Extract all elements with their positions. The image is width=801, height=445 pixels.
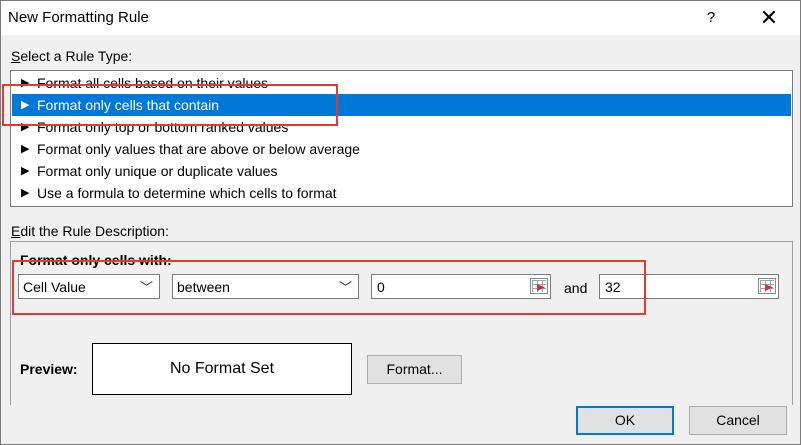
new-formatting-rule-dialog: New Formatting Rule ? ✕ Select a Rule Ty… xyxy=(0,0,801,445)
rule-item-label: Format only values that are above or bel… xyxy=(37,141,360,157)
title-bar: New Formatting Rule ? ✕ xyxy=(1,1,800,35)
edit-rule-description-rest: dit the Rule Description: xyxy=(20,223,169,239)
preview-box: No Format Set xyxy=(92,343,352,395)
close-button[interactable]: ✕ xyxy=(749,3,789,33)
highlight-box-rule-type xyxy=(2,84,338,126)
edit-rule-description-label: Edit the Rule Description: xyxy=(11,223,169,239)
rule-item-label: Format only unique or duplicate values xyxy=(37,163,278,179)
help-button[interactable]: ? xyxy=(691,3,731,33)
mnemonic-e: E xyxy=(11,223,21,239)
select-rule-type-label: Select a Rule Type: xyxy=(11,48,132,64)
cancel-button[interactable]: Cancel xyxy=(689,406,787,435)
rule-item-formula[interactable]: ▶ Use a formula to determine which cells… xyxy=(12,182,791,204)
highlight-box-condition xyxy=(12,260,646,315)
preview-label: Preview: xyxy=(20,361,78,377)
select-rule-type-rest: elect a Rule Type: xyxy=(20,48,133,64)
mnemonic-s: S xyxy=(11,48,21,64)
rule-item-above-below-average[interactable]: ▶ Format only values that are above or b… xyxy=(12,138,791,160)
range-picker-icon[interactable] xyxy=(758,278,776,294)
format-button[interactable]: Format... xyxy=(367,355,462,384)
triangle-right-icon: ▶ xyxy=(21,143,30,155)
dialog-title: New Formatting Rule xyxy=(8,9,149,26)
triangle-right-icon: ▶ xyxy=(21,187,30,199)
rule-item-label: Use a formula to determine which cells t… xyxy=(37,185,337,201)
rule-item-unique-duplicate[interactable]: ▶ Format only unique or duplicate values xyxy=(12,160,791,182)
ok-button[interactable]: OK xyxy=(576,406,674,435)
triangle-right-icon: ▶ xyxy=(21,165,30,177)
